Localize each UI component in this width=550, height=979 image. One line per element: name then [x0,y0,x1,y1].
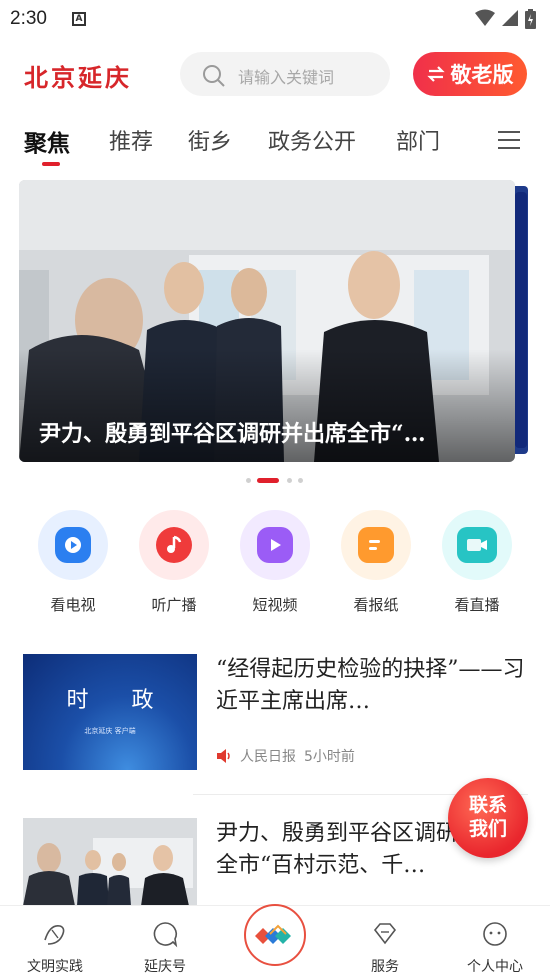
carousel-dot [287,478,292,483]
carousel-dot [246,478,251,483]
quick-link-tv[interactable]: 看电视 [28,510,118,615]
status-icons [475,9,536,29]
nav-label: 服务 [371,959,399,975]
news-source: 人民日报 [240,749,296,765]
news-title: “经得起历史检验的抉择”——习近平主席出席… [216,657,525,714]
quick-link-label: 看报纸 [353,596,399,614]
search-input[interactable]: 请输入关键词 [180,52,390,96]
tab-government[interactable]: 政务公开 [268,124,356,156]
home-logo-button[interactable] [244,904,306,966]
search-icon [203,65,225,87]
news-meta: 人民日报 5小时前 [216,746,355,766]
carousel-dot-active [257,478,279,483]
elder-mode-button[interactable]: 敬老版 [413,52,527,96]
banner-carousel[interactable]: 尹力、殷勇到平谷区调研并出席全市“… [19,180,515,462]
quick-link-short-video[interactable]: 短视频 [230,510,320,615]
contact-line1: 联系 [468,794,507,816]
carousel-dots [0,476,550,486]
play-icon [240,510,310,580]
carousel-dot [298,478,303,483]
nav-label: 延庆号 [144,959,186,975]
quick-link-radio[interactable]: 听广播 [129,510,219,615]
tab-streets[interactable]: 街乡 [188,124,232,156]
news-item[interactable]: 时 政 北京延庆 客户端 “经得起历史检验的抉择”——习近平主席出席… 人民日报… [23,654,528,774]
wifi-icon [475,9,495,26]
banner-title: 尹力、殷勇到平谷区调研并出席全市“… [39,421,426,447]
nav-item-civilization[interactable]: 文明实践 [10,920,100,976]
thumbnail-subtitle: 北京延庆 客户端 [84,727,136,735]
quick-link-label: 短视频 [252,596,298,614]
news-thumbnail: 时 政 北京延庆 客户端 [23,654,197,770]
contact-us-button[interactable]: 联系 我们 [448,778,528,858]
diamond-icon [373,923,397,945]
speaker-icon [217,749,230,763]
quick-link-newspaper[interactable]: 看报纸 [331,510,421,615]
home-logo-icon [255,924,291,944]
contact-line2: 我们 [468,818,507,840]
user-face-icon [483,922,507,946]
nav-item-yanqing-hao[interactable]: 延庆号 [120,920,210,976]
elder-mode-label: 敬老版 [450,63,514,87]
chat-bubble-icon [153,922,178,948]
tab-recommend[interactable]: 推荐 [109,124,153,156]
nav-label: 个人中心 [467,959,523,975]
swap-icon [426,66,445,82]
notification-a-icon: A [72,12,86,26]
tv-icon [38,510,108,580]
quick-link-label: 听广播 [151,596,197,614]
nav-item-profile[interactable]: 个人中心 [450,920,540,976]
active-tab-indicator [42,162,60,166]
bottom-nav: 文明实践 延庆号 服务 个人中心 [0,904,550,979]
search-placeholder: 请输入关键词 [238,68,335,87]
signal-icon [502,10,518,26]
channel-tabs: 聚焦 推荐 街乡 政务公开 部门 [0,118,550,168]
banner-next-slide-2 [515,192,527,448]
status-time: 2:30 [10,8,47,29]
app-logo[interactable]: 北京延庆 [24,58,132,93]
quick-link-label: 看电视 [50,596,96,614]
tab-focus[interactable]: 聚焦 [24,124,70,158]
quick-link-label: 看直播 [454,596,500,614]
battery-icon [525,9,536,29]
news-thumbnail [23,818,197,906]
quick-link-live[interactable]: 看直播 [432,510,522,615]
live-icon [442,510,512,580]
nav-item-services[interactable]: 服务 [340,920,430,976]
thumbnail-title: 时 政 [66,688,172,713]
tab-departments[interactable]: 部门 [396,124,440,156]
menu-icon[interactable] [498,130,520,150]
civilization-icon [44,924,65,945]
nav-label: 文明实践 [27,959,83,975]
status-bar: 2:30 A [0,0,550,36]
newspaper-icon [341,510,411,580]
news-time: 5小时前 [304,749,355,765]
music-note-icon [139,510,209,580]
